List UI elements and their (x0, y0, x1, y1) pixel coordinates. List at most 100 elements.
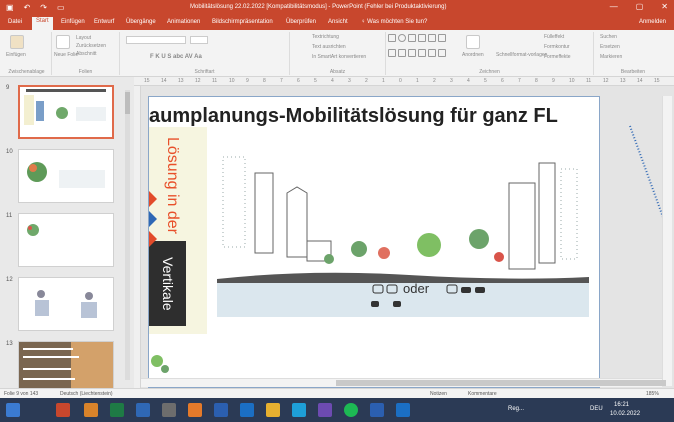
smartart-button[interactable]: In SmartArt konvertieren (312, 54, 366, 60)
ruler-mark: 13 (178, 78, 184, 84)
oder-label: oder (403, 281, 430, 296)
shape-brace-icon[interactable] (398, 48, 406, 57)
tab-bildschirmpraesentation[interactable]: Bildschirmpräsentation (208, 18, 277, 26)
group-paragraph: Textrichtung Text ausrichten In SmartArt… (290, 32, 386, 75)
paste-button[interactable]: Einfügen (6, 52, 26, 58)
slide-title[interactable]: aumplanungs-Mobilitätslösung für ganz FL (149, 105, 558, 128)
tab-animationen[interactable]: Animationen (163, 18, 204, 26)
ruler-mark: 8 (263, 78, 266, 84)
calendar-icon[interactable] (240, 403, 254, 417)
teams-icon[interactable] (318, 403, 332, 417)
reset-button[interactable]: Zurücksetzen (76, 43, 106, 49)
close-button[interactable]: ✕ (661, 2, 668, 11)
sign-in-link[interactable]: Anmelden (639, 19, 666, 25)
group-label-drawing: Zeichnen (479, 69, 500, 75)
shape-heart-icon[interactable] (418, 48, 426, 57)
shape-fill-button[interactable]: Fülleffekt (544, 34, 564, 40)
editor-vertical-scrollbar[interactable] (662, 96, 672, 386)
slide-thumbnail-13[interactable] (18, 341, 114, 395)
redo-icon[interactable]: ↷ (40, 3, 47, 12)
language-indicator[interactable]: Deutsch (Liechtenstein) (60, 391, 113, 397)
zoom-level[interactable]: 185% (646, 391, 659, 397)
thumbnail-preview (27, 224, 39, 236)
tab-uebergaenge[interactable]: Übergänge (122, 18, 160, 26)
quick-styles-button[interactable]: Schnellformat-vorlagen (496, 52, 547, 58)
save-icon[interactable]: ▣ (6, 3, 14, 12)
window-controls: — ▢ ✕ (610, 2, 668, 11)
word-icon[interactable] (214, 403, 228, 417)
slide-thumbnail-12[interactable] (18, 277, 114, 331)
arrange-icon[interactable] (466, 35, 480, 49)
font-format-buttons[interactable]: F K U S abc AV Aa (150, 54, 202, 60)
ruler-mark: 12 (195, 78, 201, 84)
language-indicator[interactable]: DEU (590, 406, 603, 412)
vertical-text-solution[interactable]: Lösung in der (161, 137, 183, 239)
comments-button[interactable]: Kommentare (468, 391, 497, 397)
shapes-gallery[interactable] (388, 34, 450, 62)
text-direction-button[interactable]: Textrichtung (312, 34, 339, 40)
excel-icon[interactable] (110, 403, 124, 417)
tab-ansicht[interactable]: Ansicht (324, 18, 352, 26)
tab-datei[interactable]: Datei (4, 18, 26, 26)
thumbnail-scrollbar[interactable] (125, 90, 130, 380)
app-icon[interactable] (162, 403, 176, 417)
tab-ueberpruefen[interactable]: Überprüfen (282, 18, 320, 26)
editor-horizontal-scrollbar[interactable] (141, 378, 666, 387)
group-editing: Suchen Ersetzen Markieren Bearbeiten (594, 32, 672, 75)
app-icon[interactable] (84, 403, 98, 417)
tell-me-search[interactable]: ♀ Was möchten Sie tun? (357, 18, 431, 26)
shape-rectangle-icon[interactable] (388, 34, 396, 42)
weather-text[interactable]: Reg... (508, 406, 524, 412)
replace-button[interactable]: Ersetzen (600, 44, 620, 50)
clock-date[interactable]: 10.02.2022 (610, 411, 640, 417)
arrange-button[interactable]: Anordnen (462, 52, 484, 58)
folder-icon[interactable] (266, 403, 280, 417)
tab-einfuegen[interactable]: Einfügen (57, 18, 89, 26)
maximize-button[interactable]: ▢ (636, 2, 644, 11)
shape-star-icon[interactable] (388, 48, 396, 57)
thumbnail-scrollbar-thumb[interactable] (125, 92, 130, 114)
undo-icon[interactable]: ↶ (24, 3, 31, 12)
firefox-icon[interactable] (188, 403, 202, 417)
shape-arrow-icon[interactable] (418, 34, 426, 42)
ruler-mark: 10 (569, 78, 575, 84)
start-presentation-icon[interactable]: ▭ (57, 3, 65, 12)
shape-plus-icon[interactable] (428, 48, 436, 57)
font-size-input[interactable] (190, 36, 208, 44)
clock-time[interactable]: 16:21 (614, 402, 629, 408)
minimize-button[interactable]: — (610, 2, 618, 11)
new-slide-button[interactable]: Neue Folie (54, 52, 78, 58)
section-button[interactable]: Abschnitt (76, 51, 97, 57)
slide-editor[interactable]: aumplanungs-Mobilitätslösung für ganz FL… (148, 96, 600, 388)
align-text-button[interactable]: Text ausrichten (312, 44, 346, 50)
layout-button[interactable]: Layout (76, 35, 91, 41)
tab-entwurf[interactable]: Entwurf (90, 18, 118, 26)
slide-thumbnail-11[interactable] (18, 213, 114, 267)
shape-effects-button[interactable]: Formeffekte (544, 54, 571, 60)
shape-more-icon[interactable] (438, 48, 446, 57)
find-button[interactable]: Suchen (600, 34, 617, 40)
tab-start[interactable]: Start (32, 17, 53, 30)
app-icon[interactable] (292, 403, 306, 417)
windows-start-icon[interactable] (6, 403, 20, 417)
shape-outline-button[interactable]: Formkontur (544, 44, 570, 50)
paste-icon[interactable] (10, 35, 24, 49)
spotify-icon[interactable] (344, 403, 358, 417)
edge-icon[interactable] (136, 403, 150, 417)
slide-thumbnail-10[interactable] (18, 149, 114, 203)
select-button[interactable]: Markieren (600, 54, 622, 60)
horizontal-scrollbar-thumb[interactable] (336, 380, 666, 386)
slide-thumbnail-9[interactable] (18, 85, 114, 139)
shape-oval-icon[interactable] (398, 34, 406, 42)
shape-cube-icon[interactable] (408, 48, 416, 57)
new-slide-icon[interactable] (56, 35, 70, 49)
notes-button[interactable]: Notizen (430, 391, 447, 397)
shape-line-icon[interactable] (408, 34, 416, 42)
word-icon[interactable] (370, 403, 384, 417)
font-name-input[interactable] (126, 36, 186, 44)
shape-callout-icon[interactable] (438, 34, 446, 42)
vertical-text-vertikale[interactable]: Vertikale (149, 241, 186, 326)
outlook-icon[interactable] (396, 403, 410, 417)
shape-triangle-icon[interactable] (428, 34, 436, 42)
powerpoint-icon[interactable] (56, 403, 70, 417)
